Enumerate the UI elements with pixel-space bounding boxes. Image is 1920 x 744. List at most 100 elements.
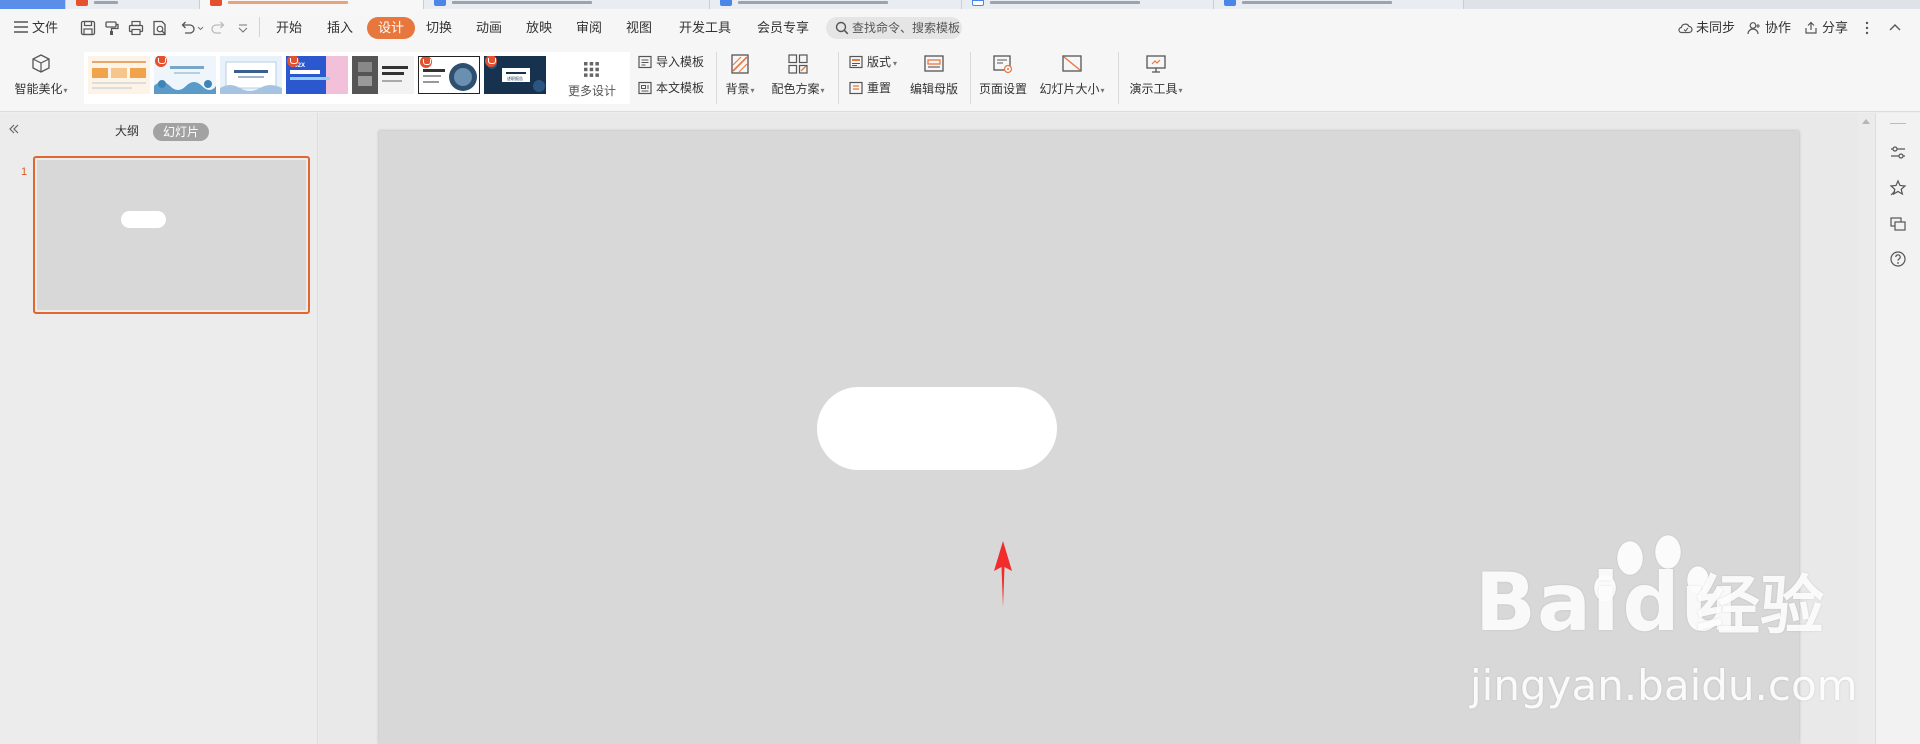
edit-master-button[interactable]: 编辑母版 bbox=[906, 46, 962, 106]
print-icon[interactable] bbox=[127, 19, 145, 37]
smart-beautify-button[interactable]: 智能美化▾ bbox=[6, 46, 76, 106]
dropdown-arrow-icon: ▾ bbox=[820, 86, 825, 95]
animation-star-icon[interactable] bbox=[1889, 179, 1907, 197]
menu-bar: 文件 开始 插入 设计 切换 动画 放映 审阅 视图 开发工具 会员专享 查找命… bbox=[0, 9, 1920, 46]
format-painter-icon[interactable] bbox=[103, 19, 121, 37]
doc-tab-5[interactable] bbox=[1214, 0, 1464, 9]
tab-outline[interactable]: 大纲 bbox=[115, 122, 139, 139]
edit-master-icon bbox=[924, 55, 944, 72]
background-label: 背景 bbox=[725, 82, 750, 96]
hamburger-icon bbox=[14, 21, 28, 33]
customize-toolbar-icon[interactable] bbox=[236, 19, 250, 37]
red-arrow-annotation bbox=[994, 541, 1012, 607]
doc-tab-home[interactable] bbox=[0, 0, 66, 9]
sync-status[interactable]: 未同步 bbox=[1677, 9, 1735, 46]
page-setup-icon bbox=[993, 55, 1013, 74]
presentation-tools-button[interactable]: 演示工具▾ bbox=[1124, 46, 1188, 106]
doc-tab-2[interactable] bbox=[424, 0, 710, 9]
baidu-jingyan-watermark: Baidu 经验 jingyan.baidu.com bbox=[1460, 530, 1920, 744]
ribbon-separator bbox=[1118, 52, 1119, 104]
presentation-tools-icon bbox=[1146, 55, 1166, 73]
print-preview-icon[interactable] bbox=[151, 19, 169, 37]
template-thumb-7[interactable]: 述职报告 bbox=[484, 56, 546, 94]
doc-tab-3[interactable] bbox=[710, 0, 962, 9]
collab-button[interactable]: 协作 bbox=[1746, 9, 1791, 46]
template-preview-image bbox=[92, 61, 146, 89]
search-placeholder: 查找命令、搜索模板 bbox=[852, 21, 961, 35]
rounded-rectangle-shape[interactable] bbox=[817, 387, 1057, 470]
wps-presentation-window: 文件 开始 插入 设计 切换 动画 放映 审阅 视图 开发工具 会员专享 查找命… bbox=[0, 0, 1920, 744]
reset-button[interactable]: 重置 bbox=[848, 78, 891, 98]
doc-tab-4[interactable] bbox=[962, 0, 1214, 9]
tab-start[interactable]: 开始 bbox=[276, 9, 302, 46]
design-template-gallery: 202X 述职报告 更多设计 bbox=[84, 52, 630, 104]
rounded-rectangle-shape-thumb bbox=[121, 211, 166, 228]
import-template-button[interactable]: 导入模板 bbox=[637, 52, 704, 72]
doc-tab-docer[interactable] bbox=[66, 0, 200, 9]
template-thumb-5[interactable] bbox=[352, 56, 414, 94]
undo-icon[interactable] bbox=[178, 19, 204, 37]
slide-switch-icon[interactable] bbox=[1889, 215, 1907, 233]
page-setup-button[interactable]: 页面设置 bbox=[974, 46, 1032, 106]
slide-number: 1 bbox=[21, 166, 28, 178]
text-template-button[interactable]: 本文模板 bbox=[637, 78, 704, 98]
more-design-button[interactable]: 更多设计 bbox=[554, 52, 630, 104]
layout-button[interactable]: 版式 ▾ bbox=[848, 52, 897, 72]
background-button[interactable]: 背景▾ bbox=[720, 46, 760, 106]
template-thumb-1[interactable] bbox=[88, 56, 150, 94]
slide-thumbnail[interactable] bbox=[33, 156, 310, 314]
tab-transition[interactable]: 切换 bbox=[426, 9, 452, 46]
tab-slides[interactable]: 幻灯片 bbox=[153, 123, 210, 141]
tab-developer[interactable]: 开发工具 bbox=[679, 9, 731, 46]
file-menu[interactable]: 文件 bbox=[14, 9, 58, 46]
smart-beautify-label: 智能美化 bbox=[14, 82, 63, 96]
tab-slideshow[interactable]: 放映 bbox=[526, 9, 552, 46]
dropdown-arrow-icon: ▾ bbox=[1178, 86, 1183, 95]
tab-member[interactable]: 会员专享 bbox=[757, 9, 809, 46]
slide-thumbnail-canvas bbox=[37, 160, 306, 310]
edit-master-label: 编辑母版 bbox=[909, 82, 958, 96]
template-thumb-4[interactable]: 202X bbox=[286, 56, 348, 94]
save-icon[interactable] bbox=[79, 19, 97, 37]
slide-size-button[interactable]: 幻灯片大小▾ bbox=[1034, 46, 1110, 106]
grid-icon bbox=[584, 62, 599, 77]
file-menu-label: 文件 bbox=[32, 20, 59, 35]
text-template-icon bbox=[638, 81, 652, 95]
dropdown-arrow-icon: ▾ bbox=[63, 86, 68, 95]
more-design-label: 更多设计 bbox=[567, 84, 616, 98]
doc-tab-current[interactable] bbox=[200, 0, 424, 9]
scroll-up-icon[interactable] bbox=[1862, 119, 1870, 124]
collapse-ribbon-icon[interactable] bbox=[1886, 19, 1904, 37]
tab-animation[interactable]: 动画 bbox=[476, 9, 502, 46]
color-scheme-button[interactable]: 配色方案▾ bbox=[766, 46, 830, 106]
tab-design[interactable]: 设计 bbox=[367, 17, 416, 39]
template-thumb-6[interactable] bbox=[418, 56, 480, 94]
design-ribbon: 智能美化▾ 202X 述职报告 更多设计 导入模板 本文模板 背景▾ 配色方案▾… bbox=[0, 46, 1920, 112]
presentation-tools-label: 演示工具 bbox=[1129, 82, 1178, 96]
command-search[interactable]: 查找命令、搜索模板 bbox=[826, 17, 962, 39]
watermark-brand-bai: Bai bbox=[1475, 556, 1621, 649]
tab-view[interactable]: 视图 bbox=[626, 9, 652, 46]
redo-icon[interactable] bbox=[210, 19, 228, 37]
cloud-icon bbox=[1678, 23, 1693, 34]
share-icon bbox=[1805, 21, 1817, 34]
more-options-icon[interactable] bbox=[1862, 19, 1872, 37]
document-tab-strip bbox=[0, 0, 1920, 9]
tab-review[interactable]: 审阅 bbox=[576, 9, 602, 46]
color-scheme-icon bbox=[788, 54, 808, 74]
properties-icon[interactable] bbox=[1889, 144, 1907, 162]
share-button[interactable]: 分享 bbox=[1803, 9, 1848, 46]
watermark-url: jingyan.baidu.com bbox=[1470, 661, 1858, 710]
watermark-chinese: 经验 bbox=[1696, 570, 1824, 644]
template-thumb-3[interactable] bbox=[220, 56, 282, 94]
collapse-panel-icon[interactable] bbox=[6, 121, 22, 137]
toolbar-grip bbox=[1890, 123, 1906, 124]
template-thumb-2[interactable] bbox=[154, 56, 216, 94]
search-icon bbox=[835, 21, 849, 35]
help-icon[interactable] bbox=[1889, 250, 1907, 268]
tab-insert[interactable]: 插入 bbox=[327, 9, 353, 46]
vip-badge-icon bbox=[420, 57, 432, 68]
layout-icon bbox=[849, 55, 863, 69]
slide-size-icon bbox=[1062, 55, 1082, 72]
color-scheme-label: 配色方案 bbox=[771, 82, 820, 96]
